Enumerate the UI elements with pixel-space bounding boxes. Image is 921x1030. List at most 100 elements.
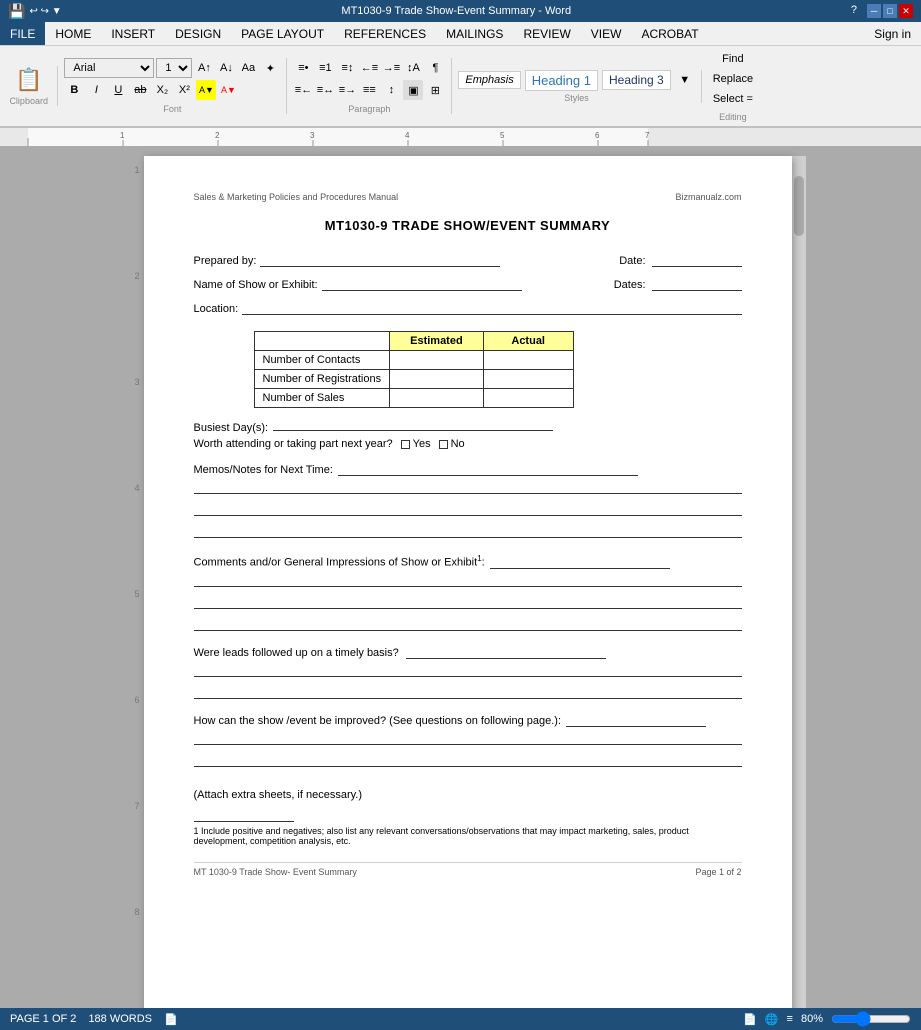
- restore-button[interactable]: □: [883, 4, 897, 18]
- align-left-button[interactable]: ≡←: [293, 80, 313, 100]
- strikethrough-button[interactable]: ab: [130, 80, 150, 100]
- help-btn[interactable]: ?: [851, 4, 857, 18]
- clear-format-button[interactable]: ✦: [260, 58, 280, 78]
- attend-label: Worth attending or taking part next year…: [194, 438, 393, 450]
- find-button[interactable]: Find: [708, 50, 758, 68]
- zoom-level: 80%: [801, 1013, 823, 1025]
- comments-line-1[interactable]: [194, 573, 742, 587]
- no-checkbox[interactable]: [439, 440, 448, 449]
- minimize-button[interactable]: ─: [867, 4, 881, 18]
- menu-view[interactable]: VIEW: [581, 22, 632, 45]
- registrations-estimated[interactable]: [390, 370, 484, 389]
- memos-line-2[interactable]: [194, 502, 742, 516]
- increase-indent-button[interactable]: →≡: [381, 58, 401, 78]
- numbering-button[interactable]: ≡1: [315, 58, 335, 78]
- prepared-by-label: Prepared by:: [194, 255, 257, 267]
- vertical-scrollbar[interactable]: [792, 156, 806, 1016]
- paragraph-group: ≡• ≡1 ≡↕ ←≡ →≡ ↕A ¶ ≡← ≡↔ ≡→ ≡≡ ↕ ▣ ⊞: [293, 58, 452, 114]
- menu-review[interactable]: REVIEW: [513, 22, 580, 45]
- show-marks-button[interactable]: ¶: [425, 58, 445, 78]
- title-bar-left: 💾 ↩ ↪ ▼: [8, 3, 62, 20]
- menu-file[interactable]: FILE: [0, 22, 45, 45]
- leads-line-1[interactable]: [194, 663, 742, 677]
- zoom-slider[interactable]: [831, 1011, 911, 1027]
- menu-home[interactable]: HOME: [45, 22, 101, 45]
- styles-more-button[interactable]: ▼: [675, 70, 695, 90]
- prepared-by-line[interactable]: [260, 253, 500, 267]
- close-button[interactable]: ✕: [899, 4, 913, 18]
- contacts-label: Number of Contacts: [254, 351, 390, 370]
- improve-line-2[interactable]: [194, 753, 742, 767]
- align-right-button[interactable]: ≡→: [337, 80, 357, 100]
- location-line[interactable]: [242, 301, 741, 315]
- sales-estimated[interactable]: [390, 389, 484, 408]
- ruler-svg: 1 2 3 4 5 6 7: [0, 128, 921, 146]
- shading-button[interactable]: ▣: [403, 80, 423, 100]
- sales-actual[interactable]: [483, 389, 573, 408]
- yes-checkbox[interactable]: [401, 440, 410, 449]
- align-center-button[interactable]: ≡↔: [315, 80, 335, 100]
- memos-section: Memos/Notes for Next Time:: [194, 464, 742, 476]
- bullets-button[interactable]: ≡•: [293, 58, 313, 78]
- styles-list: Emphasis Heading 1 Heading 3 ▼: [458, 70, 694, 91]
- style-emphasis[interactable]: Emphasis: [458, 71, 520, 89]
- text-highlight-button[interactable]: A▼: [196, 80, 216, 100]
- view-web-icon[interactable]: 🌐: [765, 1013, 779, 1026]
- footer-right: Page 1 of 2: [695, 867, 741, 877]
- menu-design[interactable]: DESIGN: [165, 22, 231, 45]
- decrease-indent-button[interactable]: ←≡: [359, 58, 379, 78]
- select-button[interactable]: Select =: [708, 90, 758, 108]
- language-icon[interactable]: 📄: [164, 1013, 178, 1026]
- comments-line-3[interactable]: [194, 617, 742, 631]
- leads-line-2[interactable]: [194, 685, 742, 699]
- show-name-label: Name of Show or Exhibit:: [194, 279, 318, 291]
- registrations-label: Number of Registrations: [254, 370, 390, 389]
- improve-line-1[interactable]: [194, 731, 742, 745]
- justify-button[interactable]: ≡≡: [359, 80, 379, 100]
- menu-page-layout[interactable]: PAGE LAYOUT: [231, 22, 334, 45]
- subscript-button[interactable]: X₂: [152, 80, 172, 100]
- underline-button[interactable]: U: [108, 80, 128, 100]
- memos-line-3[interactable]: [194, 524, 742, 538]
- grow-font-button[interactable]: A↑: [194, 58, 214, 78]
- footer-left: MT 1030-9 Trade Show- Event Summary: [194, 867, 357, 877]
- style-heading3[interactable]: Heading 3: [602, 70, 671, 90]
- paragraph-label: Paragraph: [293, 104, 445, 114]
- scroll-thumb[interactable]: [794, 176, 804, 236]
- status-right: 📄 🌐 ≡ 80%: [743, 1011, 911, 1027]
- menu-mailings[interactable]: MAILINGS: [436, 22, 513, 45]
- change-case-button[interactable]: Aa: [238, 58, 258, 78]
- multilevel-button[interactable]: ≡↕: [337, 58, 357, 78]
- paste-button[interactable]: 📋: [6, 66, 51, 94]
- memos-line-1[interactable]: [194, 480, 742, 494]
- italic-button[interactable]: I: [86, 80, 106, 100]
- borders-button[interactable]: ⊞: [425, 80, 445, 100]
- shrink-font-button[interactable]: A↓: [216, 58, 236, 78]
- document-page[interactable]: Sales & Marketing Policies and Procedure…: [144, 156, 792, 1016]
- sign-in[interactable]: Sign in: [864, 22, 921, 45]
- superscript-button[interactable]: X²: [174, 80, 194, 100]
- registrations-actual[interactable]: [483, 370, 573, 389]
- contacts-actual[interactable]: [483, 351, 573, 370]
- comments-line-2[interactable]: [194, 595, 742, 609]
- show-name-line[interactable]: [322, 277, 522, 291]
- bold-button[interactable]: B: [64, 80, 84, 100]
- style-heading1[interactable]: Heading 1: [525, 70, 598, 91]
- date-line[interactable]: [652, 253, 742, 267]
- replace-button[interactable]: Replace: [708, 70, 758, 88]
- svg-text:1: 1: [120, 131, 125, 140]
- font-size-select[interactable]: 12: [156, 58, 192, 78]
- dates-line[interactable]: [652, 277, 742, 291]
- ribbon-row-main: 📋 Clipboard Arial 12 A↑ A↓ Aa ✦: [6, 50, 915, 122]
- font-name-select[interactable]: Arial: [64, 58, 154, 78]
- view-outline-icon[interactable]: ≡: [787, 1013, 793, 1025]
- view-print-icon[interactable]: 📄: [743, 1013, 757, 1026]
- sort-button[interactable]: ↕A: [403, 58, 423, 78]
- font-color-button[interactable]: A▼: [218, 80, 238, 100]
- svg-text:3: 3: [310, 131, 315, 140]
- line-spacing-button[interactable]: ↕: [381, 80, 401, 100]
- contacts-estimated[interactable]: [390, 351, 484, 370]
- menu-references[interactable]: REFERENCES: [334, 22, 436, 45]
- menu-insert[interactable]: INSERT: [101, 22, 165, 45]
- menu-acrobat[interactable]: ACROBAT: [631, 22, 708, 45]
